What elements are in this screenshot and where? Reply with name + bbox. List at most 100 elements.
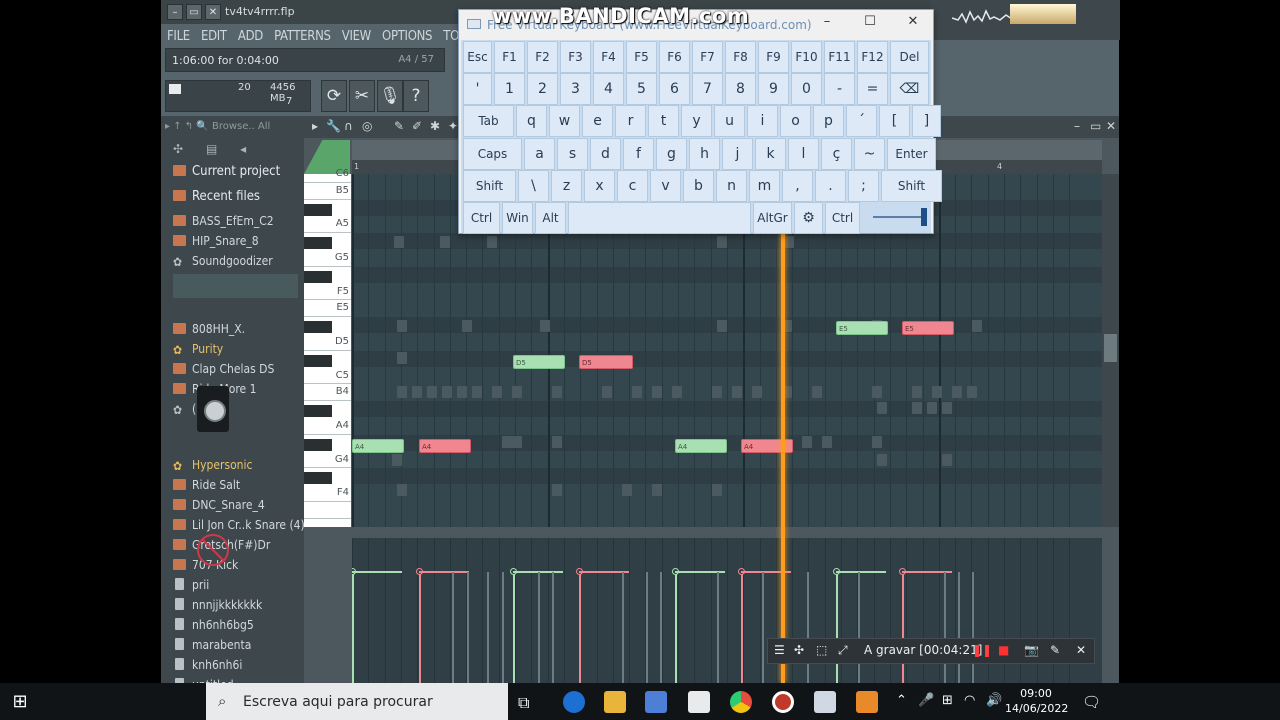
vk-key[interactable]: w [549, 105, 580, 138]
black-key[interactable] [304, 354, 332, 367]
vk-key[interactable]: n [716, 169, 747, 202]
vk-key[interactable]: Ctrl [463, 202, 500, 234]
vk-key[interactable]: j [722, 137, 753, 170]
vertical-scrollbar[interactable] [1102, 174, 1119, 527]
task-view-icon[interactable]: ⧉ [518, 693, 529, 713]
browser-item[interactable]: Lil Jon Cr..k Snare (4) [173, 518, 305, 536]
browser-item[interactable]: nh6nh6bg5 [173, 618, 254, 636]
white-key[interactable] [304, 502, 351, 519]
vk-key[interactable]: 9 [758, 73, 789, 106]
file-explorer-icon[interactable] [604, 691, 626, 713]
stop-icon[interactable]: ■ [998, 643, 1009, 657]
menu-options[interactable]: OPTIONS [382, 29, 432, 44]
browser-item[interactable]: DNC_Snare_4 [173, 498, 265, 516]
vk-key[interactable]: [ [879, 105, 910, 138]
vk-key[interactable]: t [648, 105, 679, 138]
vk-key[interactable]: 3 [560, 73, 591, 106]
vk-key[interactable]: a [524, 137, 555, 170]
vk-key[interactable]: F3 [560, 41, 591, 73]
recorder-close-icon[interactable]: ✕ [1076, 643, 1086, 657]
browser-item[interactable]: ✿ Soundgoodizer [173, 254, 273, 272]
volume-icon[interactable]: 🔊 [986, 693, 1002, 708]
vk-key[interactable]: Alt [535, 202, 566, 234]
vk-key[interactable]: Enter [887, 137, 936, 170]
mute-tool-icon[interactable]: ✦ [448, 119, 458, 133]
vk-key[interactable]: y [681, 105, 712, 138]
velocity-stem[interactable] [513, 572, 515, 683]
vk-key[interactable]: AltGr [753, 202, 792, 234]
vk-key[interactable]: F6 [659, 41, 690, 73]
wrench-icon[interactable]: 🔧 [326, 119, 341, 133]
black-key[interactable] [304, 237, 332, 250]
vk-key[interactable]: Shift [463, 169, 516, 202]
vk-key[interactable]: 2 [527, 73, 558, 106]
vk-key[interactable]: h [689, 137, 720, 170]
vk-key[interactable]: F9 [758, 41, 789, 73]
velocity-stem[interactable] [675, 572, 677, 683]
vk-key[interactable]: 0 [791, 73, 822, 106]
scrollbar-thumb[interactable] [1104, 334, 1117, 362]
vk-key[interactable]: ⚙ [794, 202, 823, 234]
browser-item[interactable]: Clap Chelas DS [173, 362, 274, 380]
event-editor-divider[interactable] [304, 527, 1119, 538]
opacity-slider[interactable] [873, 216, 925, 218]
white-key[interactable]: E5 [304, 300, 351, 318]
vk-key[interactable]: l [788, 137, 819, 170]
vk-key[interactable]: u [714, 105, 745, 138]
note[interactable]: A4 [675, 439, 727, 453]
vk-key[interactable]: i [747, 105, 778, 138]
vk-maximize-button[interactable]: ☐ [855, 14, 885, 29]
vk-key[interactable]: F1 [494, 41, 525, 73]
menu-file[interactable]: FILE [167, 29, 190, 44]
browser-item[interactable]: ✿ Hypersonic [173, 458, 252, 476]
browser-item[interactable]: BASS_EfEm_C2 [173, 214, 274, 232]
minimize-button[interactable]: – [167, 4, 183, 20]
note[interactable]: A4 [352, 439, 404, 453]
vk-key[interactable]: Caps [463, 137, 522, 170]
white-key[interactable]: A4 [304, 418, 351, 435]
vk-key[interactable]: d [590, 137, 621, 170]
vk-key[interactable]: F8 [725, 41, 756, 73]
browser-item[interactable]: ✿ Purity [173, 342, 223, 360]
tray-chevron-icon[interactable]: ⌃ [896, 693, 907, 708]
browser-item[interactable]: 808HH_X. [173, 322, 245, 340]
browser-toolbar[interactable]: ▸ ↑ ↰ 🔍 Browse.. All [165, 121, 270, 132]
vk-key[interactable]: c [617, 169, 648, 202]
vk-minimize-button[interactable]: – [812, 14, 842, 29]
vk-key[interactable]: r [615, 105, 646, 138]
piano-roll-minimize-icon[interactable]: – [1074, 119, 1080, 133]
velocity-stem[interactable] [352, 572, 354, 683]
piano-keyboard[interactable]: C6 B5 A5 G5 F5 E5 D5 C5 B4 A4 G4 F4 [304, 168, 351, 527]
black-key[interactable] [304, 270, 332, 283]
vk-key[interactable]: 8 [725, 73, 756, 106]
white-key[interactable]: F5 [304, 284, 351, 301]
vk-key[interactable]: g [656, 137, 687, 170]
vk-key[interactable]: ~ [854, 137, 885, 170]
browser-item[interactable]: Ride Salt [173, 478, 240, 496]
cut-icon[interactable]: ✂ [349, 80, 375, 112]
vk-key[interactable]: \ [518, 169, 549, 202]
white-key[interactable]: G4 [304, 452, 351, 469]
note[interactable]: E5 [902, 321, 954, 335]
vk-key[interactable]: F10 [791, 41, 822, 73]
piano-roll-maximize-icon[interactable]: ▭ [1090, 119, 1101, 133]
velocity-stem[interactable] [836, 572, 838, 683]
keyboard-app-icon[interactable] [814, 691, 836, 713]
vk-key[interactable]: v [650, 169, 681, 202]
pencil-icon[interactable]: ✎ [394, 119, 404, 133]
chrome-icon[interactable] [730, 691, 752, 713]
taskbar-search[interactable]: ⌕ Escreva aqui para procurar [206, 683, 508, 720]
bandicam-icon[interactable] [772, 691, 794, 713]
vk-key[interactable]: ´ [846, 105, 877, 138]
vk-key[interactable]: = [857, 73, 888, 106]
browser-tool-icons[interactable]: ✣ ▤ ◂ [173, 142, 246, 156]
white-key[interactable]: B5 [304, 183, 351, 200]
vk-key[interactable]: Shift [881, 169, 942, 202]
note[interactable]: D5 [513, 355, 565, 369]
mail-icon[interactable] [688, 691, 710, 713]
spacebar-key[interactable] [568, 202, 751, 234]
vk-key[interactable]: k [755, 137, 786, 170]
close-button[interactable]: ✕ [205, 4, 221, 20]
velocity-stem[interactable] [579, 572, 581, 683]
vk-key[interactable]: F11 [824, 41, 855, 73]
